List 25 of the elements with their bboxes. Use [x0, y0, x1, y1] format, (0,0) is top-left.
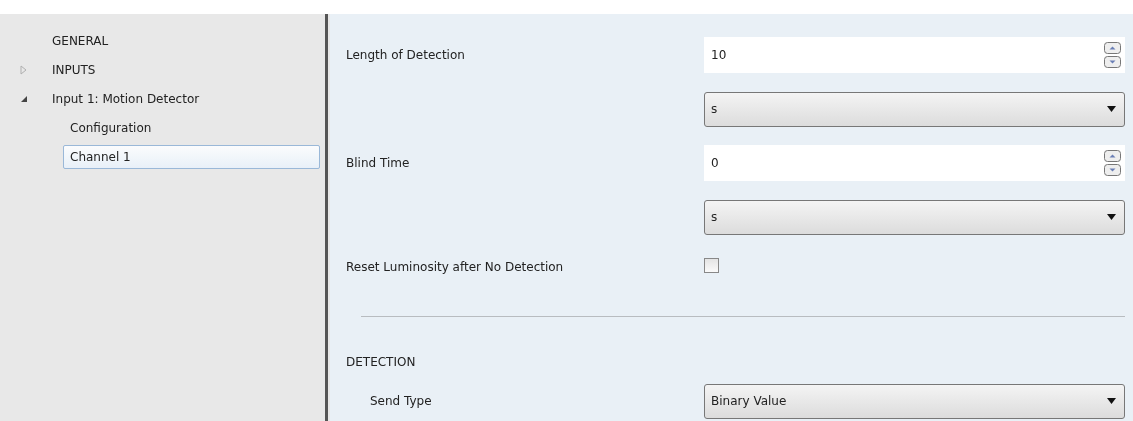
tree-item[interactable]: Input 1: Motion Detector [52, 91, 200, 106]
section-heading: DETECTION [346, 355, 416, 369]
number-field[interactable]: 0 [704, 145, 1125, 181]
tree-item[interactable]: GENERAL [52, 33, 109, 48]
dropdown[interactable]: s [704, 199, 1125, 235]
field-label: Reset Luminosity after No Detection [346, 260, 564, 274]
dropdown[interactable]: s [704, 91, 1125, 127]
increment-icon[interactable] [1104, 42, 1121, 54]
splitter[interactable] [322, 14, 330, 421]
decrement-icon[interactable] [1104, 56, 1121, 68]
collapse-arrow-icon[interactable] [20, 94, 28, 103]
field-label: Blind Time [346, 156, 410, 170]
checkbox[interactable] [704, 258, 719, 273]
decrement-icon[interactable] [1104, 164, 1121, 176]
field-label: Length of Detection [346, 48, 465, 62]
caret-icon [1107, 398, 1116, 404]
dropdown[interactable]: Binary Value [704, 383, 1125, 419]
tree-item[interactable]: INPUTS [52, 62, 96, 77]
number-field[interactable]: 10 [704, 37, 1125, 73]
caret-icon [1107, 214, 1116, 220]
tree-item[interactable]: Channel 1 [63, 144, 320, 169]
caret-icon [1107, 106, 1116, 112]
tree-item[interactable]: Configuration [63, 115, 320, 140]
field-label: Send Type [370, 394, 432, 408]
increment-icon[interactable] [1104, 150, 1121, 162]
